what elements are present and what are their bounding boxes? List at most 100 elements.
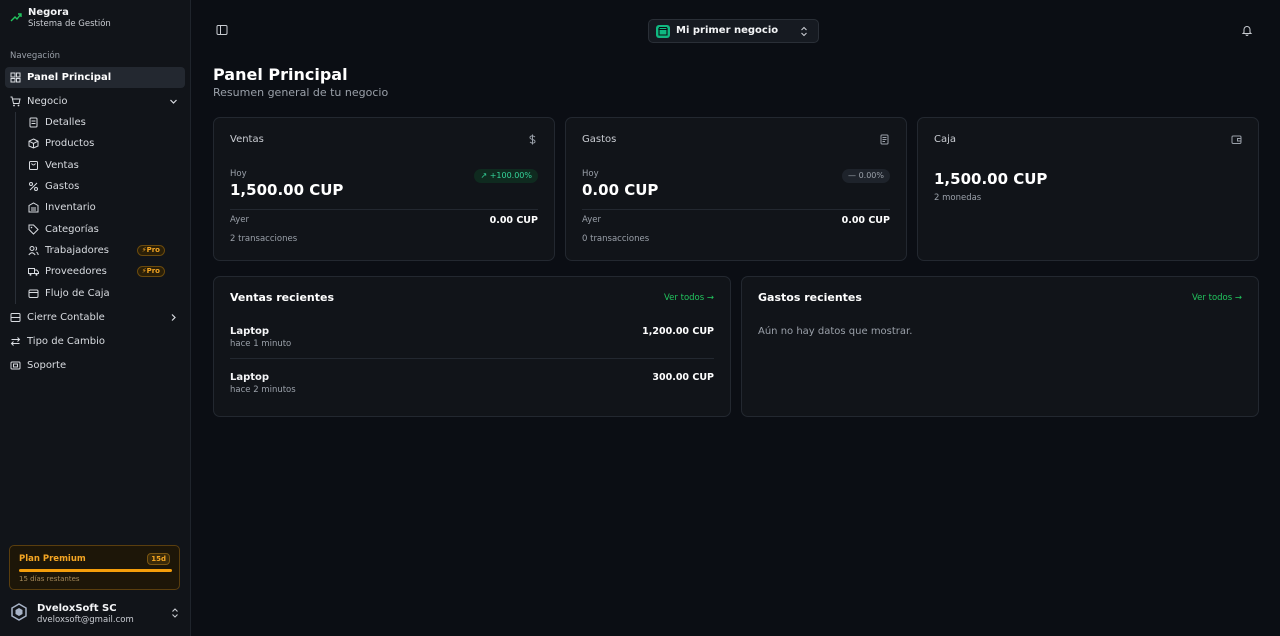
today-label: Hoy — [230, 169, 247, 179]
grid-icon — [10, 72, 21, 83]
pro-badge: ⚡Pro — [136, 266, 165, 278]
dollar-icon — [529, 134, 536, 145]
sidebar-item-label: Negocio — [27, 96, 68, 107]
arrow-up-right-icon: ↗ — [480, 171, 488, 180]
item-name: Laptop — [230, 372, 270, 383]
sidebar-item-label: Panel Principal — [27, 72, 112, 83]
change-value: 0.00% — [858, 171, 884, 180]
brand-subtitle: Sistema de Gestión — [28, 19, 111, 29]
plan-premium-card[interactable]: Plan Premium 15d 15 días restantes — [9, 545, 180, 590]
arrow-right-icon: → — [706, 293, 714, 303]
item-amount: 300.00 CUP — [652, 372, 714, 383]
recent-sales-panel: Ventas recientes Ver todos → Laptop hace… — [213, 276, 731, 417]
sidebar-item-soporte[interactable]: Soporte — [5, 355, 185, 376]
users-icon — [28, 245, 39, 256]
business-selector[interactable]: Mi primer negocio — [648, 19, 819, 43]
business-name: Mi primer negocio — [676, 25, 779, 36]
user-email: dveloxsoft@gmail.com — [37, 615, 134, 625]
see-all-sales-link[interactable]: Ver todos → — [664, 293, 714, 303]
sidebar-item-label: Proveedores — [45, 266, 107, 278]
brand[interactable]: Negora Sistema de Gestión — [10, 7, 111, 30]
today-label: Hoy — [582, 169, 599, 179]
transactions-count: 0 transacciones — [582, 234, 650, 244]
sidebar-item-ventas[interactable]: Ventas — [23, 155, 185, 176]
plan-remaining: 15 días restantes — [19, 575, 80, 583]
sidebar-item-cierre-contable[interactable]: Cierre Contable — [5, 307, 185, 328]
yesterday-value: 0.00 CUP — [489, 215, 538, 226]
page-title: Panel Principal — [213, 65, 348, 84]
sidebar-item-productos[interactable]: Productos — [23, 133, 185, 154]
sidebar-nav: Panel Principal Negocio Detalles Product… — [5, 67, 185, 376]
sidebar-item-label: Productos — [45, 138, 95, 150]
item-time: hace 2 minutos — [230, 385, 296, 395]
sidebar-item-inventario[interactable]: Inventario — [23, 197, 185, 218]
divider — [230, 358, 714, 359]
recent-expenses-panel: Gastos recientes Ver todos → Aún no hay … — [741, 276, 1259, 417]
brand-name: Negora — [28, 7, 69, 18]
change-badge: ↗ +100.00% — [474, 169, 538, 183]
sidebar-item-panel-principal[interactable]: Panel Principal — [5, 67, 185, 88]
item-time: hace 1 minuto — [230, 339, 292, 349]
caja-card: Caja 1,500.00 CUP 2 monedas — [917, 117, 1259, 261]
sidebar-item-negocio[interactable]: Negocio — [5, 91, 185, 112]
sidebar-item-categorias[interactable]: Categorías — [23, 218, 185, 239]
document-icon — [29, 117, 38, 128]
chevrons-up-down-icon — [172, 608, 178, 618]
empty-state: Aún no hay datos que mostrar. — [758, 326, 913, 337]
wallet-icon — [28, 289, 39, 298]
chevrons-up-down-icon — [801, 26, 807, 37]
sidebar-item-tipo-de-cambio[interactable]: Tipo de Cambio — [5, 331, 185, 352]
user-menu[interactable]: DveloxSoft SC dveloxsoft@gmail.com — [10, 600, 182, 630]
truck-icon — [28, 268, 39, 277]
cart-icon — [10, 96, 21, 107]
page-subtitle: Resumen general de tu negocio — [213, 86, 389, 99]
change-value: +100.00% — [489, 171, 532, 180]
divider — [230, 209, 538, 210]
sidebar-item-label: Trabajadores — [45, 244, 109, 256]
sidebar-item-label: Inventario — [45, 202, 96, 214]
transactions-count: 2 transacciones — [230, 234, 298, 244]
bell-icon[interactable] — [1241, 24, 1253, 36]
item-name: Laptop — [230, 326, 270, 337]
sidebar-item-label: Gastos — [45, 181, 80, 193]
card-title: Caja — [934, 134, 957, 145]
box-icon — [28, 138, 39, 149]
trending-up-icon — [10, 13, 22, 22]
card-title: Gastos — [582, 134, 617, 145]
sidebar-item-proveedores[interactable]: Proveedores ⚡Pro — [23, 261, 185, 282]
ledger-icon — [10, 312, 21, 322]
divider — [582, 209, 890, 210]
minus-icon: — — [848, 171, 857, 180]
sidebar-item-trabajadores[interactable]: Trabajadores ⚡Pro — [23, 240, 185, 261]
avatar — [11, 603, 27, 621]
list-item[interactable]: Laptop hace 1 minuto 1,200.00 CUP — [230, 326, 714, 372]
yesterday-label: Ayer — [582, 215, 601, 225]
nav-section-title: Navegación — [10, 51, 61, 61]
sidebar-item-detalles[interactable]: Detalles — [23, 112, 185, 133]
plan-progress-fill — [19, 569, 172, 572]
sidebar-toggle-icon[interactable] — [216, 24, 228, 36]
list-item[interactable]: Laptop hace 2 minutos 300.00 CUP — [230, 372, 714, 418]
cash-value: 1,500.00 CUP — [934, 170, 1048, 188]
card-title: Ventas — [230, 134, 264, 145]
shopping-bag-icon — [29, 160, 38, 170]
today-value: 0.00 CUP — [582, 181, 659, 199]
currency-count: 2 monedas — [934, 193, 982, 203]
sidebar-item-label: Soporte — [27, 359, 67, 371]
sidebar-item-label: Cierre Contable — [27, 311, 105, 323]
sidebar: Negora Sistema de Gestión Navegación Pan… — [0, 0, 191, 636]
ventas-card: Ventas Hoy 1,500.00 CUP ↗ +100.00% Ayer … — [213, 117, 555, 261]
pro-badge: ⚡Pro — [136, 244, 165, 256]
yesterday-value: 0.00 CUP — [841, 215, 890, 226]
sidebar-item-flujo-de-caja[interactable]: Flujo de Caja — [23, 282, 185, 303]
sidebar-item-gastos[interactable]: Gastos — [23, 176, 185, 197]
plan-days-badge: 15d — [147, 553, 170, 565]
yesterday-label: Ayer — [230, 215, 249, 225]
sidebar-item-label: Flujo de Caja — [45, 287, 110, 299]
item-amount: 1,200.00 CUP — [642, 326, 714, 337]
panel-title: Gastos recientes — [758, 291, 862, 304]
arrow-right-icon: → — [1234, 293, 1242, 303]
exchange-icon — [10, 336, 21, 346]
store-icon — [656, 25, 670, 38]
see-all-expenses-link[interactable]: Ver todos → — [1192, 293, 1242, 303]
